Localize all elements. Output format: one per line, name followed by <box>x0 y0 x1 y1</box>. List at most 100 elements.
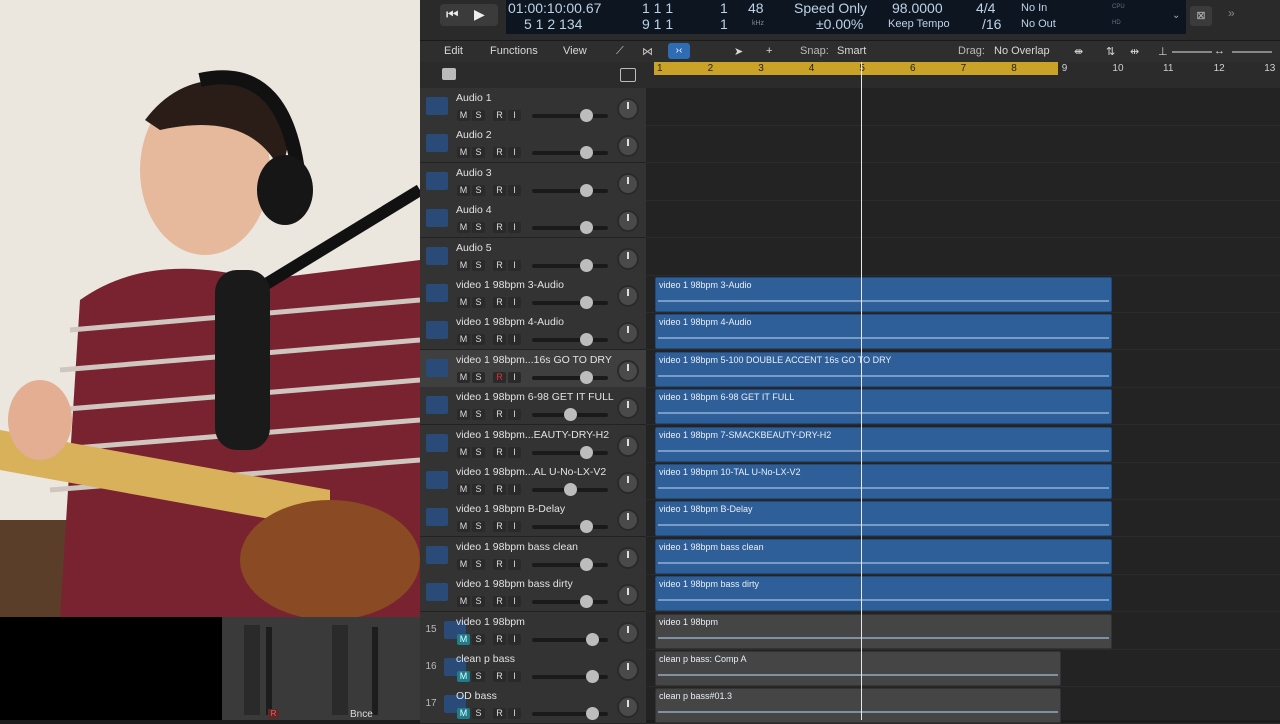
arrange-lane[interactable] <box>646 238 1280 276</box>
solo-button[interactable]: S <box>472 558 485 570</box>
end-bottom[interactable]: 9 1 1 <box>642 16 673 32</box>
fit-icon[interactable]: ⇹ <box>1130 45 1139 58</box>
pan-knob[interactable] <box>617 659 639 681</box>
track-header[interactable]: video 1 98bpm 3-Audio M S R I <box>420 275 646 313</box>
track-name[interactable]: OD bass <box>456 690 497 702</box>
volume-slider[interactable] <box>532 520 608 534</box>
pan-knob[interactable] <box>617 397 639 420</box>
input-monitor-button[interactable]: I <box>508 484 521 495</box>
fader-2[interactable] <box>332 625 348 715</box>
edit-menu[interactable]: Edit <box>444 45 463 57</box>
volume-knob[interactable] <box>580 221 593 235</box>
end-top-last[interactable]: 1 <box>720 0 728 16</box>
track-name[interactable]: video 1 98bpm...16s GO TO DRY <box>456 354 612 366</box>
pan-knob[interactable] <box>617 210 639 233</box>
track-header[interactable]: video 1 98bpm 4-Audio M S R I <box>420 312 646 351</box>
input-monitor-button[interactable]: I <box>508 409 521 421</box>
mute-button[interactable]: M <box>457 596 470 608</box>
mute-button[interactable]: M <box>457 371 470 383</box>
tempo-value[interactable]: 98.0000 <box>892 0 943 16</box>
track-header[interactable]: Audio 1 MSRI <box>420 88 646 126</box>
close-box-icon[interactable]: ⊠ <box>1190 6 1212 26</box>
solo-button[interactable]: S <box>472 521 485 533</box>
track-name[interactable]: Audio 5 <box>456 242 492 254</box>
solo-button[interactable]: S <box>472 371 485 383</box>
record-enable-button[interactable]: R <box>493 184 506 196</box>
record-enable-button[interactable]: R <box>493 521 506 533</box>
waveform-icon[interactable] <box>426 284 448 302</box>
volume-knob[interactable] <box>580 370 593 384</box>
solo-button[interactable]: S <box>472 259 485 271</box>
solo-button[interactable]: S <box>472 334 485 346</box>
solo-button[interactable]: S <box>472 596 485 608</box>
tempo-mode[interactable]: Keep Tempo <box>888 18 950 30</box>
audio-region[interactable]: video 1 98bpm 3-Audio <box>655 277 1112 312</box>
volume-knob[interactable] <box>586 670 599 683</box>
track-name[interactable]: video 1 98bpm bass clean <box>456 541 578 553</box>
vertical-zoom-icon[interactable]: ⇅ <box>1106 45 1115 58</box>
volume-knob[interactable] <box>580 445 593 459</box>
volume-slider[interactable] <box>532 333 608 347</box>
solo-button[interactable]: S <box>472 297 485 308</box>
volume-knob[interactable] <box>580 595 593 609</box>
vertical-zoom-slider[interactable]: ⊥ <box>1158 45 1168 58</box>
input-monitor-button[interactable]: I <box>508 521 521 533</box>
playhead[interactable] <box>861 62 862 720</box>
volume-knob[interactable] <box>586 707 599 721</box>
track-name[interactable]: Audio 2 <box>456 129 492 141</box>
track-header[interactable]: video 1 98bpm bass clean M S R I <box>420 536 646 575</box>
fader-1[interactable] <box>244 625 260 715</box>
volume-knob[interactable] <box>580 557 593 571</box>
mute-button[interactable]: M <box>457 184 470 196</box>
volume-slider[interactable] <box>532 146 608 160</box>
vertical-zoom-track[interactable] <box>1172 51 1212 53</box>
volume-knob[interactable] <box>564 408 577 422</box>
volume-slider[interactable] <box>532 483 608 496</box>
solo-button[interactable]: S <box>472 671 485 682</box>
global-tracks-icon[interactable] <box>620 68 636 82</box>
lcd-chevron-icon[interactable]: ⌄ <box>1172 10 1180 21</box>
volume-slider[interactable] <box>532 109 608 122</box>
solo-button[interactable]: S <box>472 633 485 645</box>
volume-slider[interactable] <box>532 296 608 309</box>
input-monitor-button[interactable]: I <box>508 334 521 346</box>
solo-button[interactable]: S <box>472 110 485 121</box>
input-monitor-button[interactable]: I <box>508 633 521 645</box>
pan-knob[interactable] <box>617 434 639 457</box>
volume-slider[interactable] <box>532 370 608 384</box>
mute-button[interactable]: M <box>457 334 470 346</box>
waveform-icon[interactable] <box>426 508 448 527</box>
record-enable-button[interactable]: R <box>493 409 506 421</box>
track-header[interactable]: video 1 98bpm B-Delay M S R I <box>420 499 646 538</box>
solo-button[interactable]: S <box>472 446 485 458</box>
input-monitor-button[interactable]: I <box>508 671 521 682</box>
volume-knob[interactable] <box>580 109 593 122</box>
pan-knob[interactable] <box>617 172 639 195</box>
record-enable-button[interactable]: R <box>493 259 506 271</box>
end-bottom-last[interactable]: 1 <box>720 16 728 32</box>
bpm-top[interactable]: 48 <box>748 0 764 16</box>
waveform-icon[interactable] <box>426 358 448 377</box>
record-enable-button[interactable]: R <box>493 484 506 495</box>
track-header[interactable]: Audio 4 MSRI <box>420 200 646 239</box>
mute-button[interactable]: M <box>457 521 470 533</box>
solo-button[interactable]: S <box>472 409 485 421</box>
mute-button[interactable]: M <box>457 297 470 308</box>
arrange-lane[interactable] <box>646 200 1280 239</box>
record-button[interactable]: R <box>268 709 279 719</box>
functions-menu[interactable]: Functions <box>490 45 538 57</box>
solo-button[interactable]: S <box>472 222 485 234</box>
cycle-region[interactable] <box>654 62 1058 75</box>
waveform-icon[interactable] <box>426 396 448 415</box>
volume-knob[interactable] <box>580 296 593 309</box>
track-header[interactable]: 16 clean p bass M S R I <box>420 649 646 687</box>
mute-button[interactable]: M <box>457 633 470 645</box>
track-header[interactable]: 15 video 1 98bpm M S R I <box>420 611 646 650</box>
audio-region[interactable]: video 1 98bpm 6-98 GET IT FULL <box>655 389 1112 425</box>
record-enable-button[interactable]: R <box>493 371 506 383</box>
arrange-area[interactable]: video 1 98bpm 3-Audio video 1 98bpm 4-Aud… <box>646 88 1280 724</box>
volume-knob[interactable] <box>580 258 593 272</box>
volume-slider[interactable] <box>532 595 608 609</box>
audio-region[interactable]: video 1 98bpm 5-100 DOUBLE ACCENT 16s GO… <box>655 351 1112 387</box>
record-enable-button[interactable]: R <box>493 222 506 234</box>
